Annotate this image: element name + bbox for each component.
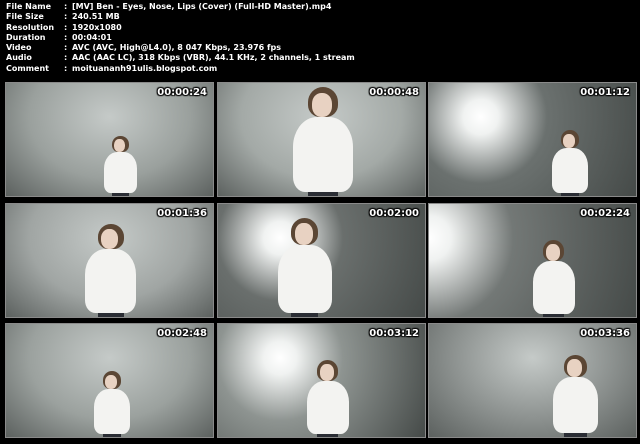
singer-figure — [529, 240, 578, 317]
singer-figure — [101, 135, 140, 196]
thumbnail-grid: 00:00:24 00:00:48 00:01:12 00:01:36 00:02:00… — [0, 0, 640, 444]
video-thumbnail: 00:00:24 — [5, 82, 214, 197]
thumbnail-timestamp: 00:02:48 — [157, 328, 207, 339]
video-thumbnail: 00:02:00 — [217, 203, 426, 318]
video-thumbnail: 00:03:12 — [217, 323, 426, 438]
video-thumbnail: 00:00:48 — [217, 82, 426, 197]
video-thumbnail: 00:02:48 — [5, 323, 214, 438]
video-thumbnail: 00:01:36 — [5, 203, 214, 318]
thumbnail-timestamp: 00:01:12 — [580, 87, 630, 98]
singer-figure — [91, 371, 133, 437]
singer-figure — [303, 360, 352, 437]
thumbnail-timestamp: 00:02:24 — [580, 208, 630, 219]
thumbnail-timestamp: 00:00:24 — [157, 87, 207, 98]
thumbnail-frame — [429, 83, 636, 196]
singer-figure — [81, 223, 141, 317]
video-thumbnail: 00:01:12 — [428, 82, 637, 197]
thumbnail-timestamp: 00:03:36 — [580, 328, 630, 339]
thumbnail-timestamp: 00:02:00 — [369, 208, 419, 219]
thumbnail-timestamp: 00:00:48 — [369, 87, 419, 98]
singer-figure — [549, 354, 602, 437]
video-thumbnail: 00:02:24 — [428, 203, 637, 318]
singer-figure — [273, 218, 336, 317]
thumbnail-frame — [429, 324, 636, 437]
singer-figure — [288, 87, 358, 196]
video-thumbnail: 00:03:36 — [428, 323, 637, 438]
singer-figure — [549, 130, 591, 196]
thumbnail-timestamp: 00:03:12 — [369, 328, 419, 339]
thumbnail-timestamp: 00:01:36 — [157, 208, 207, 219]
